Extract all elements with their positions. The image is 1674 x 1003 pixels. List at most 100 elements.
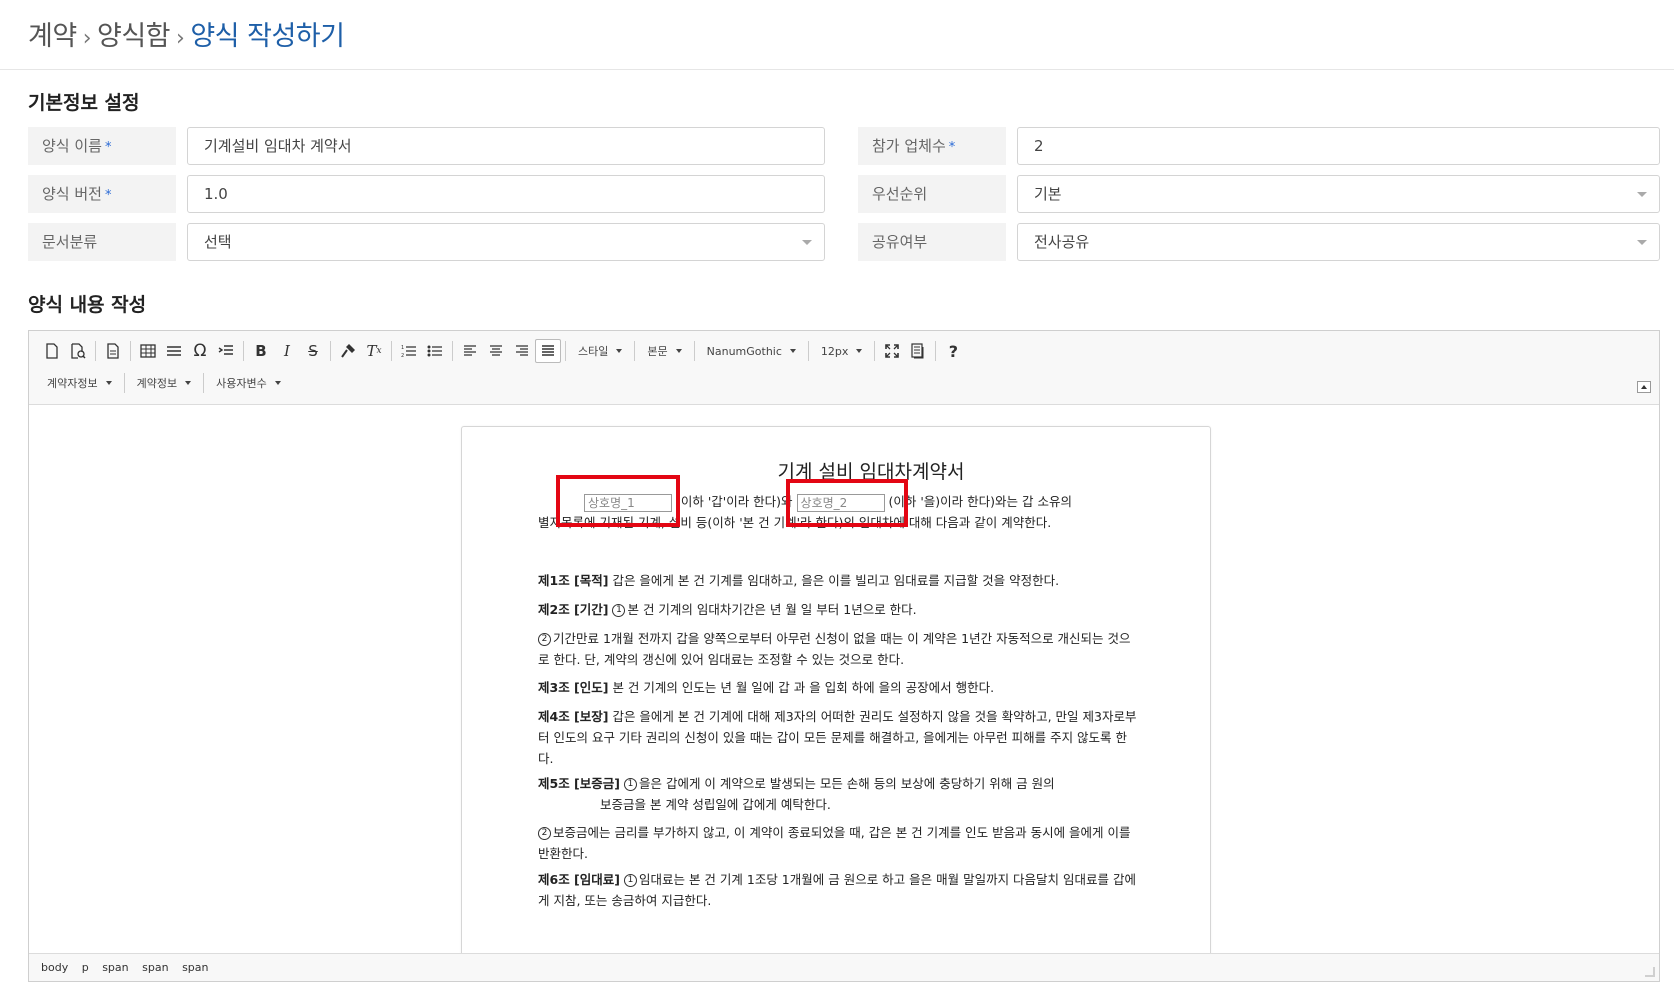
circled-number: 2 [538, 633, 551, 646]
doc-category-label: 문서분류 [28, 223, 176, 261]
contract-info-dropdown[interactable]: 계약정보 [129, 371, 199, 395]
resize-handle-icon[interactable] [1645, 967, 1655, 977]
toolbar-separator [807, 341, 809, 361]
toolbar-separator [243, 341, 244, 361]
page-break-icon[interactable] [213, 339, 239, 363]
document-page[interactable]: 기계 설비 임대차계약서 상호명_1 (이하 '갑'이라 한다)와 상호명_2 … [461, 426, 1211, 954]
section-title-basic-info: 기본정보 설정 [28, 92, 140, 114]
article-2: 제2조 [기간] 1본 건 기계의 임대차기간은 년 월 일 부터 1년으로 한… [538, 602, 917, 617]
special-char-icon[interactable]: Ω [187, 339, 213, 363]
table-icon[interactable] [135, 339, 161, 363]
template-icon[interactable] [100, 339, 126, 363]
highlight-box-1 [556, 475, 680, 527]
row-name: 양식 이름 * 기계설비 임대차 계약서 참가 업체수 * 2 [28, 127, 1660, 165]
toolbar-separator [874, 341, 876, 361]
style-dropdown[interactable]: 스타일 [570, 339, 630, 363]
doc-category-select[interactable]: 선택 [187, 223, 825, 261]
font-dropdown[interactable]: NanumGothic [699, 339, 804, 363]
editor-element-path: body p span span span [29, 953, 1659, 981]
help-icon[interactable]: ? [940, 339, 966, 363]
form-name-label: 양식 이름 * [28, 127, 176, 165]
path-item[interactable]: span [102, 961, 128, 974]
strikethrough-icon[interactable]: S [300, 339, 326, 363]
path-item[interactable]: span [142, 961, 168, 974]
path-item[interactable]: span [182, 961, 208, 974]
format-painter-icon[interactable] [335, 339, 361, 363]
toolbar-separator [130, 341, 131, 361]
row-version: 양식 버전 * 1.0 우선순위 기본 [28, 175, 1660, 213]
new-page-icon[interactable] [39, 339, 65, 363]
format-dropdown[interactable]: 본문 [639, 339, 689, 363]
form-version-input[interactable]: 1.0 [187, 175, 825, 213]
toolbar-separator [452, 341, 453, 361]
breadcrumb-item-form-box[interactable]: 양식함 [97, 21, 171, 52]
show-blocks-icon[interactable] [905, 339, 931, 363]
chevron-down-icon [789, 349, 796, 353]
align-justify-icon[interactable] [535, 339, 561, 363]
article-1: 제1조 [목적] 갑은 을에게 본 건 기계를 임대하고, 을은 이를 빌리고 … [538, 573, 1060, 588]
path-item[interactable]: p [82, 961, 89, 974]
breadcrumb-separator: › [176, 26, 185, 51]
toolbar-separator [391, 341, 392, 361]
bullet-list-icon[interactable] [422, 339, 448, 363]
svg-text:2: 2 [401, 353, 404, 358]
chevron-down-icon [856, 349, 863, 353]
required-mark: * [948, 140, 956, 155]
chevron-down-icon [616, 349, 623, 353]
page-title: 양식 작성하기 [190, 21, 345, 52]
editor-toolbar: Ω B I S Tx 12 스타일 본문 NanumGothic 12px ? … [29, 331, 1659, 405]
participants-input[interactable]: 2 [1017, 127, 1660, 165]
user-variables-dropdown[interactable]: 사용자변수 [208, 371, 289, 395]
toolbar-separator [634, 341, 636, 361]
chevron-down-icon [802, 240, 812, 245]
breadcrumb-item-contract[interactable]: 계약 [28, 21, 77, 52]
chevron-down-icon [105, 381, 112, 385]
contractor-info-dropdown[interactable]: 계약자정보 [39, 371, 120, 395]
preview-icon[interactable] [65, 339, 91, 363]
article-5-paragraph-2: 2 보증금에는 금리를 부가하지 않고, 이 계약이 종료되었을 때, 갑은 본 … [538, 825, 1131, 861]
font-size-dropdown[interactable]: 12px [813, 339, 871, 363]
chevron-down-icon [185, 381, 192, 385]
article-4: 제4조 [보장] 갑은 을에게 본 건 기계에 대해 제3자의 어떠한 권리도 … [538, 709, 1137, 766]
toolbar-separator [203, 373, 205, 393]
form-version-label: 양식 버전 * [28, 175, 176, 213]
sharing-label: 공유여부 [858, 223, 1006, 261]
align-center-icon[interactable] [483, 339, 509, 363]
circled-number: 1 [612, 604, 626, 617]
align-right-icon[interactable] [509, 339, 535, 363]
priority-select[interactable]: 기본 [1017, 175, 1660, 213]
chevron-down-icon [1637, 240, 1647, 245]
chevron-down-icon [1637, 192, 1647, 197]
toolbar-separator [565, 341, 566, 361]
horizontal-line-icon[interactable] [161, 339, 187, 363]
required-mark: * [104, 188, 112, 203]
highlight-box-2 [786, 479, 908, 527]
form-name-input[interactable]: 기계설비 임대차 계약서 [187, 127, 825, 165]
editor-content-area[interactable]: 기계 설비 임대차계약서 상호명_1 (이하 '갑'이라 한다)와 상호명_2 … [29, 406, 1659, 954]
toolbar-separator [935, 341, 937, 361]
collapse-toolbar-icon[interactable] [1637, 381, 1651, 393]
article-3: 제3조 [인도] 본 건 기계의 인도는 년 월 일에 갑 과 을 입회 하에 … [538, 680, 995, 695]
toolbar-separator [95, 341, 96, 361]
required-mark: * [104, 140, 112, 155]
breadcrumb: 계약 › 양식함 › 양식 작성하기 [0, 0, 1674, 70]
rich-text-editor: Ω B I S Tx 12 스타일 본문 NanumGothic 12px ? … [28, 330, 1660, 982]
priority-label: 우선순위 [858, 175, 1006, 213]
maximize-icon[interactable] [879, 339, 905, 363]
circled-number: 2 [538, 827, 551, 840]
remove-format-icon[interactable]: Tx [361, 339, 387, 363]
circled-number: 1 [623, 874, 637, 887]
bold-icon[interactable]: B [248, 339, 274, 363]
chevron-down-icon [274, 381, 281, 385]
section-title-content: 양식 내용 작성 [28, 294, 147, 316]
chevron-down-icon [675, 349, 682, 353]
toolbar-separator [123, 373, 125, 393]
article-2-paragraph-2: 2 기간만료 1개월 전까지 갑을 양쪽으로부터 아무런 신청이 없을 때는 이 … [538, 631, 1131, 667]
sharing-select[interactable]: 전사공유 [1017, 223, 1660, 261]
italic-icon[interactable]: I [274, 339, 300, 363]
align-left-icon[interactable] [457, 339, 483, 363]
path-item[interactable]: body [41, 961, 68, 974]
article-6: 제6조 [임대료] 1 임대료는 본 건 기계 1조당 1개월에 금 원으로 하고… [538, 872, 1137, 908]
numbered-list-icon[interactable]: 12 [396, 339, 422, 363]
breadcrumb-separator: › [82, 26, 92, 51]
